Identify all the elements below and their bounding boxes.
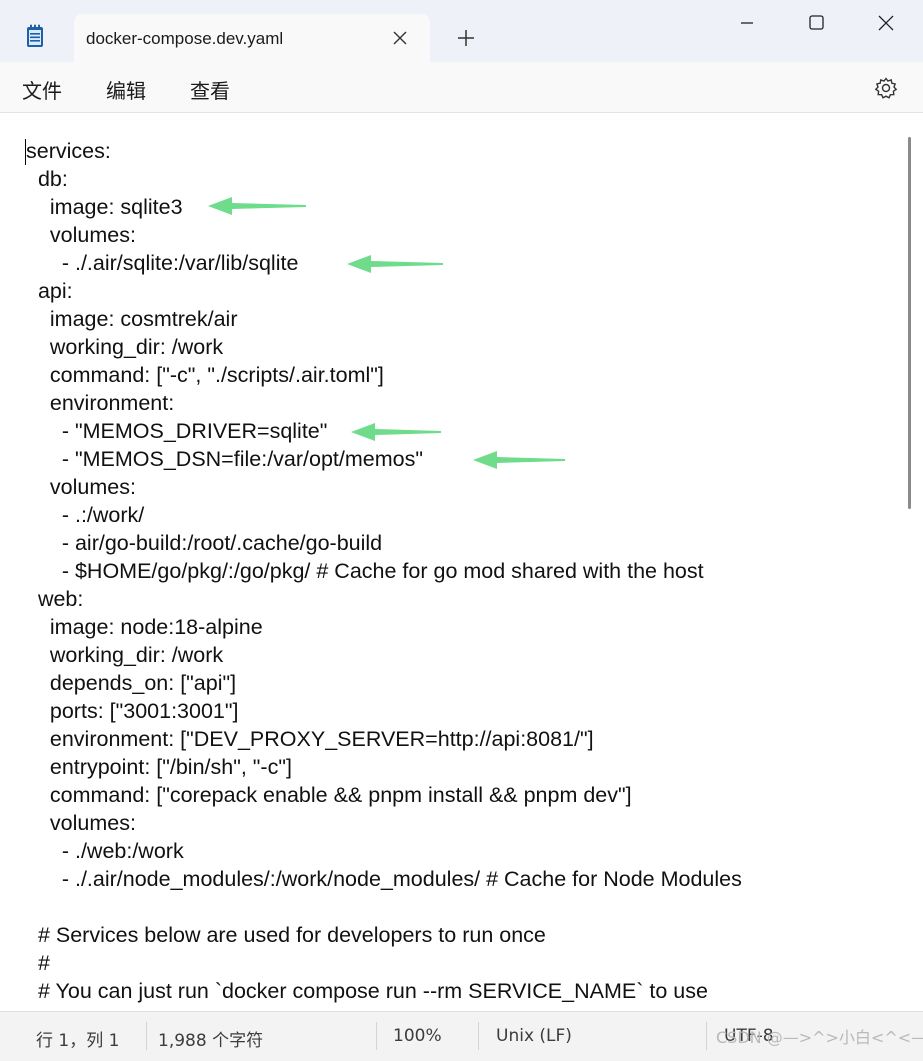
code-line: image: sqlite3	[26, 195, 183, 219]
close-tab-icon[interactable]	[388, 26, 412, 50]
status-divider	[478, 1022, 479, 1050]
gear-icon[interactable]	[872, 74, 900, 102]
code-line: command: ["-c", "./scripts/.air.toml"]	[26, 363, 384, 387]
code-line: ports: ["3001:3001"]	[26, 699, 239, 723]
status-char-count: 1,988 个字符	[158, 1031, 264, 1051]
code-line: volumes:	[26, 223, 136, 247]
code-line: environment: ["DEV_PROXY_SERVER=http://a…	[26, 727, 594, 751]
status-zoom[interactable]: 100%	[393, 1026, 442, 1046]
minimize-icon[interactable]	[719, 6, 775, 40]
code-line: - $HOME/go/pkg/:/go/pkg/ # Cache for go …	[26, 559, 704, 583]
code-line: depends_on: ["api"]	[26, 671, 237, 695]
code-line: - ./.air/sqlite:/var/lib/sqlite	[26, 251, 299, 275]
code-line: - "MEMOS_DRIVER=sqlite"	[26, 419, 328, 443]
scrollbar-thumb[interactable]	[908, 137, 911, 509]
text-caret	[25, 139, 26, 165]
code-line: volumes:	[26, 811, 136, 835]
status-cursor-position: 行 1，列 1	[36, 1031, 120, 1051]
code-line: image: node:18-alpine	[26, 615, 263, 639]
watermark-text: CSDN @—>^>小白<^<—	[716, 1028, 923, 1047]
code-line: web:	[26, 587, 84, 611]
code-line: # Services below are used for developers…	[26, 923, 546, 947]
maximize-icon[interactable]	[788, 6, 844, 40]
code-line: command: ["corepack enable && pnpm insta…	[26, 783, 632, 807]
code-line: - .:/work/	[26, 503, 145, 527]
code-line: working_dir: /work	[26, 335, 224, 359]
code-line: entrypoint: ["/bin/sh", "-c"]	[26, 755, 292, 779]
tab-title: docker-compose.dev.yaml	[86, 29, 284, 48]
tab-docker-compose[interactable]: docker-compose.dev.yaml	[74, 14, 430, 62]
editor-content[interactable]: services: db: image: sqlite3 volumes: - …	[26, 137, 742, 1011]
status-divider	[706, 1022, 707, 1050]
code-line: image: cosmtrek/air	[26, 307, 238, 331]
code-line: #	[26, 951, 50, 975]
menu-view[interactable]: 查看	[190, 75, 230, 104]
notepad-app-icon	[27, 24, 43, 47]
close-window-icon[interactable]	[858, 6, 914, 40]
code-line: db:	[26, 167, 68, 191]
code-line: services:	[26, 139, 111, 163]
plus-icon[interactable]	[452, 24, 480, 52]
menu-bar: 文件 编辑 查看	[0, 62, 923, 113]
status-line-ending[interactable]: Unix (LF)	[496, 1026, 572, 1046]
menu-file[interactable]: 文件	[22, 75, 62, 104]
text-editor[interactable]: services: db: image: sqlite3 volumes: - …	[0, 113, 923, 1011]
code-line: - "MEMOS_DSN=file:/var/opt/memos"	[26, 447, 423, 471]
code-line: working_dir: /work	[26, 643, 224, 667]
status-divider	[146, 1022, 147, 1050]
code-line: api:	[26, 279, 73, 303]
code-line: - ./web:/work	[26, 839, 184, 863]
title-bar: docker-compose.dev.yaml	[0, 0, 923, 62]
code-line: - air/go-build:/root/.cache/go-build	[26, 531, 383, 555]
status-divider	[376, 1022, 377, 1050]
code-line: environment:	[26, 391, 175, 415]
code-line: # You can just run `docker compose run -…	[26, 979, 708, 1003]
code-line: - ./.air/node_modules/:/work/node_module…	[26, 867, 742, 891]
menu-edit[interactable]: 编辑	[106, 75, 146, 104]
code-line: volumes:	[26, 475, 136, 499]
